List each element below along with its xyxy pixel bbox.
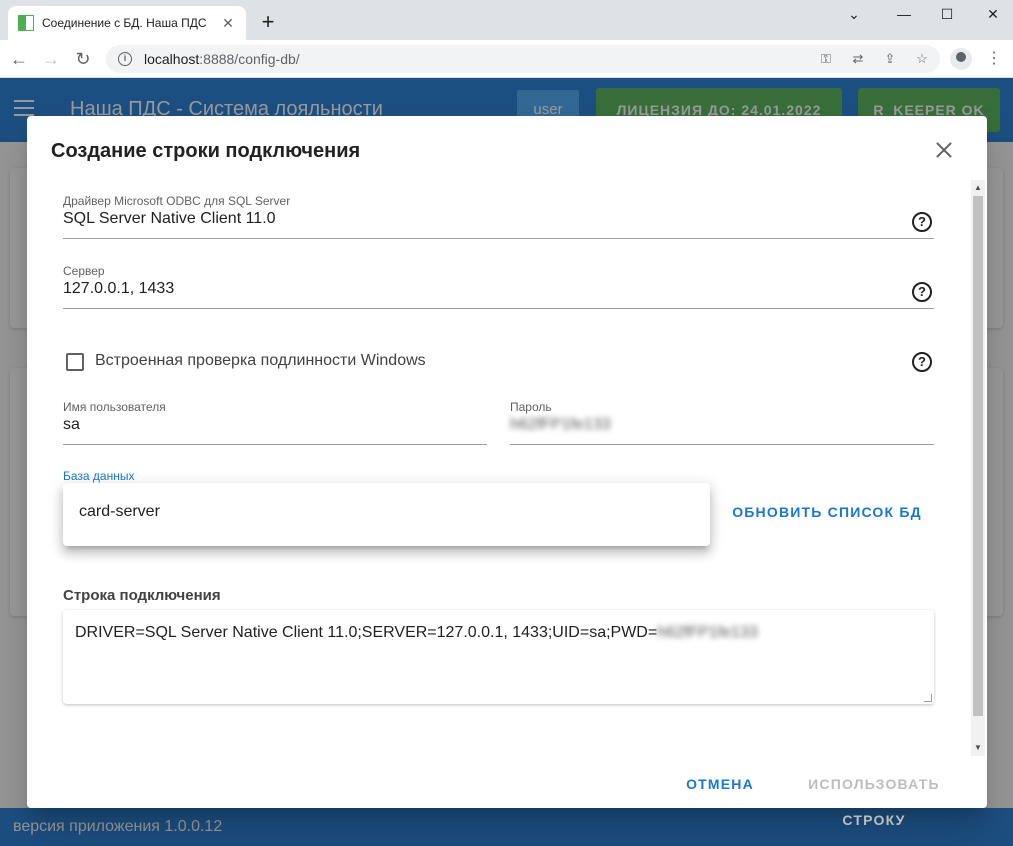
- forward-icon[interactable]: →: [40, 48, 62, 70]
- database-dropdown-menu: card-server: [63, 483, 710, 546]
- browser-menu-icon[interactable]: ⋮: [984, 48, 1004, 68]
- server-value: 127.0.0.1, 1433: [63, 280, 175, 297]
- bookmark-star-icon[interactable]: ☆: [914, 51, 930, 67]
- windows-auth-checkbox[interactable]: [66, 353, 84, 371]
- share-icon[interactable]: ⇪: [882, 51, 898, 67]
- profile-avatar-icon[interactable]: [950, 48, 972, 70]
- back-icon[interactable]: ←: [8, 48, 30, 70]
- key-icon[interactable]: ⚿: [818, 51, 834, 67]
- scroll-up-icon[interactable]: ▲: [971, 182, 985, 194]
- driver-help-icon[interactable]: ?: [912, 212, 932, 232]
- server-field[interactable]: Сервер 127.0.0.1, 1433: [63, 264, 934, 309]
- browser-tab[interactable]: Соединение с БД. Наша ПДС ✕: [8, 6, 246, 40]
- browser-toolbar: ← → ↻ i localhost:8888/config-db/ ⚿ ⇄ ⇪ …: [0, 40, 1013, 78]
- windows-auth-label[interactable]: Встроенная проверка подлинности Windows: [95, 352, 426, 370]
- connection-string-label: Строка подключения: [63, 587, 221, 604]
- server-help-icon[interactable]: ?: [912, 282, 932, 302]
- tab-search-icon[interactable]: ⌄: [834, 4, 874, 24]
- window-close-icon[interactable]: ✕: [973, 4, 1013, 24]
- close-icon[interactable]: [932, 138, 956, 162]
- new-tab-icon[interactable]: +: [256, 10, 280, 34]
- dialog-scrollbar[interactable]: ▲ ▼: [971, 180, 985, 756]
- windows-auth-help-icon[interactable]: ?: [912, 352, 932, 372]
- refresh-db-list-button[interactable]: ОБНОВИТЬ СПИСОК БД: [727, 494, 927, 530]
- translate-icon[interactable]: ⇄: [850, 51, 866, 67]
- driver-field[interactable]: Драйвер Microsoft ODBC для SQL Server SQ…: [63, 194, 934, 239]
- site-info-icon[interactable]: i: [118, 52, 132, 66]
- username-field[interactable]: Имя пользователя sa: [63, 400, 487, 445]
- server-label: Сервер: [63, 264, 105, 278]
- reload-icon[interactable]: ↻: [72, 48, 94, 70]
- tab-title: Соединение с БД. Наша ПДС: [42, 16, 207, 30]
- cancel-button[interactable]: ОТМЕНА: [675, 766, 765, 802]
- maximize-icon[interactable]: ☐: [927, 4, 967, 24]
- password-value: h62fFP1fe133: [510, 416, 611, 433]
- resize-handle-icon[interactable]: [924, 694, 932, 702]
- scrollbar-thumb[interactable]: [973, 196, 983, 716]
- tab-close-icon[interactable]: ✕: [220, 15, 236, 32]
- username-value: sa: [63, 416, 80, 433]
- minimize-icon[interactable]: —: [884, 4, 924, 24]
- connection-string-textarea[interactable]: DRIVER=SQL Server Native Client 11.0;SER…: [63, 610, 934, 704]
- browser-tabbar: Соединение с БД. Наша ПДС ✕ + ⌄ — ☐ ✕: [0, 0, 1013, 40]
- database-option[interactable]: card-server: [79, 503, 160, 521]
- database-label: База данных: [63, 469, 135, 483]
- password-label: Пароль: [510, 400, 552, 414]
- connection-string-password: h62fFP1fe133: [657, 624, 758, 641]
- url-text: localhost:8888/config-db/: [144, 51, 300, 67]
- driver-value: SQL Server Native Client 11.0: [63, 210, 276, 227]
- username-label: Имя пользователя: [63, 400, 166, 414]
- driver-label: Драйвер Microsoft ODBC для SQL Server: [63, 194, 291, 208]
- password-field[interactable]: Пароль h62fFP1fe133: [510, 400, 934, 445]
- connection-string-dialog: Создание строки подключения Драйвер Micr…: [27, 116, 987, 828]
- favicon-icon: [18, 15, 34, 31]
- dialog-title: Создание строки подключения: [51, 140, 361, 162]
- use-string-button[interactable]: ИСПОЛЬЗОВАТЬ СТРОКУ: [775, 766, 973, 828]
- scroll-down-icon[interactable]: ▼: [971, 742, 985, 754]
- address-bar[interactable]: i localhost:8888/config-db/ ⚿ ⇄ ⇪ ☆: [106, 45, 940, 73]
- connection-string-value: DRIVER=SQL Server Native Client 11.0;SER…: [75, 624, 658, 641]
